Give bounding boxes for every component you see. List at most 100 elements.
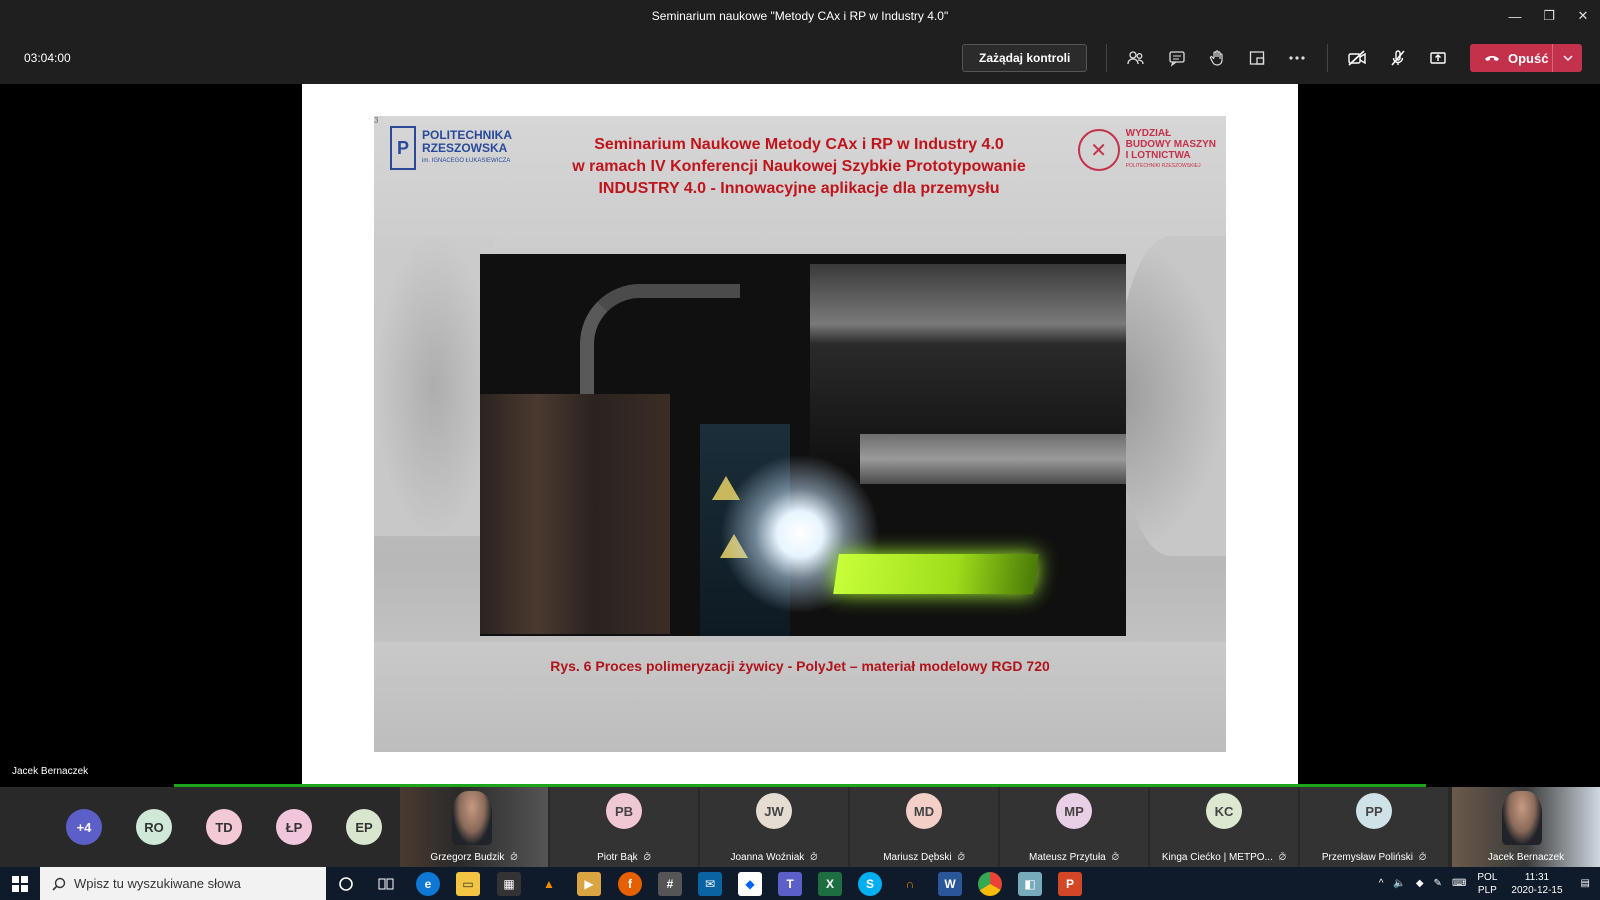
mic-off-icon: ⦲: [810, 852, 818, 863]
participant-name-row: Jacek Bernaczek: [1452, 852, 1600, 863]
volume-icon[interactable]: 🔈: [1388, 878, 1410, 889]
task-view-icon[interactable]: [374, 872, 398, 896]
firefox-icon[interactable]: f: [618, 872, 642, 896]
chevron-up-icon[interactable]: ^: [1374, 878, 1389, 889]
more-icon[interactable]: [1285, 46, 1309, 70]
participant-avatar: PP: [1356, 793, 1392, 829]
notifications-icon[interactable]: ▤: [1571, 878, 1600, 889]
raise-hand-icon[interactable]: [1205, 46, 1229, 70]
logo-line: RZESZOWSKA: [422, 140, 508, 155]
chevron-down-icon[interactable]: [1552, 44, 1582, 72]
participant-avatar: MP: [1056, 793, 1092, 829]
meeting-toolbar: 03:04:00 Zażądaj kontroli Opuść: [0, 32, 1600, 84]
participant-tile[interactable]: MP Mateusz Przytuła ⦲: [1000, 787, 1148, 867]
teams-icon[interactable]: T: [778, 872, 802, 896]
taskbar-clock[interactable]: 11:31 2020-12-15: [1503, 871, 1570, 897]
participant-name: Mariusz Dębski: [883, 852, 952, 863]
rooms-icon[interactable]: [1245, 46, 1269, 70]
close-icon[interactable]: ✕: [1566, 0, 1600, 32]
restore-icon[interactable]: ❐: [1532, 0, 1566, 32]
participant-name-row: Joanna Woźniak ⦲: [700, 852, 848, 863]
system-tray: ^ 🔈 ◆ ✎ ⌨ POL PLP 11:31 2020-12-15 ▤: [1374, 867, 1600, 900]
logo-line: POLITECHNIKA: [422, 127, 512, 142]
participant-tile[interactable]: KC Kinga Ciećko | METPO... ⦲: [1150, 787, 1298, 867]
participant-avatar[interactable]: RO: [136, 809, 172, 845]
logo-line: im. IGNACEGO ŁUKASIEWICZA: [422, 157, 511, 164]
participant-name: Piotr Bąk: [597, 852, 638, 863]
participant-avatar[interactable]: EP: [346, 809, 382, 845]
phone-hangup-icon: [1485, 56, 1499, 61]
slide-caption: Rys. 6 Proces polimeryzacji żywicy - Pol…: [550, 658, 1050, 674]
politechnika-emblem-icon: P: [390, 126, 416, 170]
participant-avatar: JW: [756, 793, 792, 829]
faculty-logo: ✕ WYDZIAŁ BUDOWY MASZYN I LOTNICTWA POLI…: [1077, 128, 1216, 172]
cortana-icon[interactable]: [334, 872, 358, 896]
logo-line: I LOTNICTWA: [1125, 150, 1191, 161]
slide-background-shape: [374, 236, 494, 536]
clock-date: 2020-12-15: [1511, 884, 1563, 896]
leave-button[interactable]: Opuść: [1470, 44, 1582, 72]
chrome-icon[interactable]: [978, 872, 1002, 896]
calculator-icon[interactable]: #: [658, 872, 682, 896]
participant-name-row: Piotr Bąk ⦲: [550, 852, 698, 863]
participant-name-row: Grzegorz Budzik ⦲: [400, 852, 548, 863]
keyboard-icon[interactable]: ⌨: [1447, 878, 1471, 889]
presentation-slide: 3 P POLITECHNIKA RZESZOWSKA im. IGNACEGO…: [374, 116, 1226, 752]
slide-canvas: 3 P POLITECHNIKA RZESZOWSKA im. IGNACEGO…: [302, 84, 1298, 786]
camera-off-icon[interactable]: [1345, 46, 1369, 70]
search-placeholder: Wpisz tu wyszukiwane słowa: [74, 876, 241, 891]
app-icon[interactable]: ◧: [1018, 872, 1042, 896]
participant-name-row: Przemysław Poliński ⦲: [1300, 852, 1448, 863]
store-icon[interactable]: ▦: [497, 872, 521, 896]
edge-icon[interactable]: e: [416, 872, 440, 896]
participant-video: [1502, 791, 1542, 845]
excel-icon[interactable]: X: [818, 872, 842, 896]
vlc-icon[interactable]: ▲: [537, 872, 561, 896]
share-icon[interactable]: [1426, 46, 1450, 70]
participant-name-row: Mateusz Przytuła ⦲: [1000, 852, 1148, 863]
participant-avatar: KC: [1206, 793, 1242, 829]
word-icon[interactable]: W: [938, 872, 962, 896]
participant-video: [452, 791, 492, 845]
participant-tile[interactable]: PB Piotr Bąk ⦲: [550, 787, 698, 867]
pen-icon[interactable]: ✎: [1429, 878, 1447, 889]
leave-button-content: Opuść: [1470, 51, 1552, 66]
overflow-participants-button[interactable]: +4: [66, 809, 102, 845]
mic-off-icon: ⦲: [957, 852, 965, 863]
faculty-emblem-icon: ✕: [1077, 129, 1120, 171]
skype-icon[interactable]: S: [858, 872, 882, 896]
participant-tile[interactable]: Jacek Bernaczek: [1452, 787, 1600, 867]
chat-icon[interactable]: [1165, 46, 1189, 70]
file-explorer-icon[interactable]: ▭: [456, 872, 480, 896]
leave-label: Opuść: [1508, 50, 1549, 66]
mic-off-icon[interactable]: [1386, 46, 1410, 70]
window-titlebar: Seminarium naukowe "Metody CAx i RP w In…: [0, 0, 1600, 32]
participant-avatar[interactable]: TD: [206, 809, 242, 845]
media-player-icon[interactable]: ▶: [577, 872, 601, 896]
photo-rail: [860, 434, 1126, 484]
photo-board: [480, 394, 670, 634]
request-control-button[interactable]: Zażądaj kontroli: [962, 44, 1088, 72]
participant-tile[interactable]: JW Joanna Woźniak ⦲: [700, 787, 848, 867]
mic-off-icon: ⦲: [1418, 852, 1427, 863]
windows-start-icon[interactable]: [0, 867, 40, 900]
outlook-icon[interactable]: ✉: [698, 872, 722, 896]
language-indicator[interactable]: POL PLP: [1471, 871, 1503, 897]
participant-tile[interactable]: PP Przemysław Poliński ⦲: [1300, 787, 1448, 867]
participant-tile[interactable]: MD Mariusz Dębski ⦲: [850, 787, 998, 867]
powerpoint-icon[interactable]: P: [1058, 872, 1082, 896]
dropbox-tray-icon[interactable]: ◆: [1411, 878, 1429, 889]
logo-line: WYDZIAŁ: [1125, 128, 1172, 139]
dropbox-icon[interactable]: ◆: [738, 872, 762, 896]
minimize-icon[interactable]: —: [1498, 0, 1532, 32]
shared-content-stage: 3 P POLITECHNIKA RZESZOWSKA im. IGNACEGO…: [0, 84, 1600, 786]
taskbar-search-input[interactable]: Wpisz tu wyszukiwane słowa: [40, 867, 326, 900]
participant-name: Jacek Bernaczek: [1487, 852, 1565, 863]
headphones-icon[interactable]: ∩: [898, 872, 922, 896]
participants-icon[interactable]: [1124, 46, 1148, 70]
slide-corner-mark: 3: [374, 116, 379, 125]
meeting-timer: 03:04:00: [24, 51, 71, 65]
participant-avatar[interactable]: ŁP: [276, 809, 312, 845]
participant-tile[interactable]: Grzegorz Budzik ⦲: [400, 787, 548, 867]
search-icon: [52, 877, 66, 891]
